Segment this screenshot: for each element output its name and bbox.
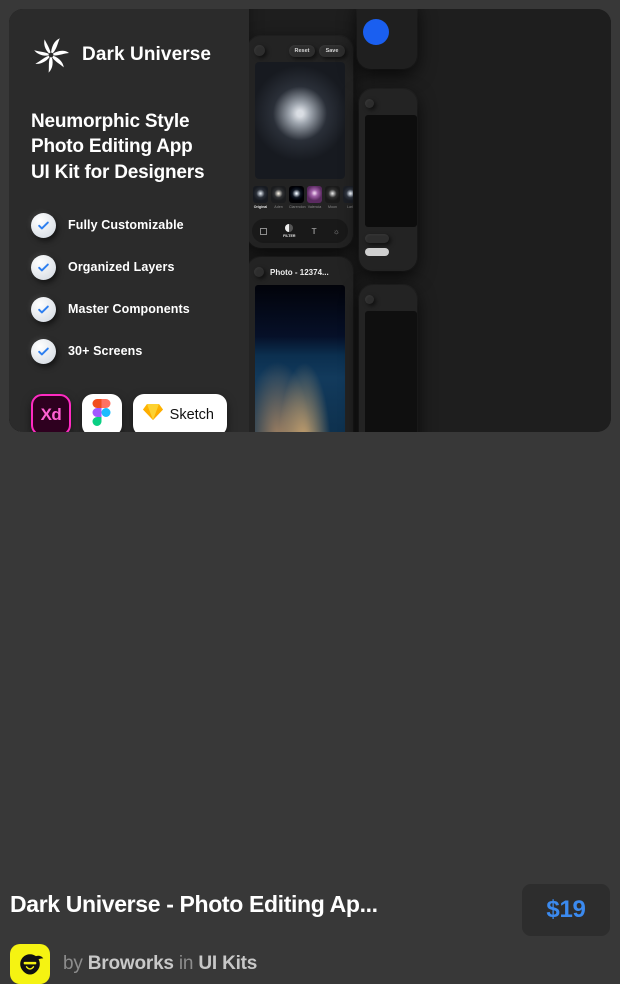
partial-back-button[interactable] [365, 99, 374, 108]
promo-headline: Neumorphic Style Photo Editing App UI Ki… [31, 111, 205, 183]
filter-thumb-label: Valencia [307, 205, 322, 209]
detail-title: Photo - 12374... [270, 268, 329, 277]
detail-screen-body: Photo - 12374... [247, 257, 353, 432]
filter-thumb[interactable]: Original [253, 186, 268, 209]
tool-tab-crop[interactable] [260, 227, 268, 235]
price-value: $19 [546, 896, 586, 923]
filter-icon [285, 224, 294, 232]
phone-partial-mid-right[interactable] [359, 89, 417, 271]
detail-back-button[interactable] [254, 267, 264, 277]
promo-panel: Dark Universe Neumorphic Style Photo Edi… [9, 9, 249, 432]
figma-badge [81, 393, 122, 432]
category-name[interactable]: UI Kits [198, 953, 257, 974]
sketch-badge: Sketch [132, 393, 227, 432]
brand-name: Dark Universe [82, 44, 212, 65]
partial-back-button[interactable] [365, 295, 374, 304]
product-meta: Dark Universe - Photo Editing Ap... $19 … [0, 432, 620, 984]
product-title[interactable]: Dark Universe - Photo Editing Ap... [10, 891, 480, 918]
check-icon [31, 296, 56, 322]
phone-photo-detail-screen[interactable]: Photo - 12374... [247, 257, 353, 432]
adobe-xd-label: Xd [40, 404, 62, 424]
filter-screen-body: Reset Save Original Aden Clarendon Valen… [247, 36, 353, 248]
filter-thumb-image [271, 186, 286, 203]
byline-text: by Broworks in UI Kits [63, 953, 257, 975]
phone-filter-screen[interactable]: Reset Save Original Aden Clarendon Valen… [247, 36, 353, 248]
partial-toggle[interactable] [365, 248, 389, 256]
filter-thumb-label: Aden [274, 205, 283, 209]
filter-thumb-image [307, 186, 322, 203]
filter-reset-label: Reset [294, 48, 310, 54]
detail-photo [255, 285, 345, 432]
sketch-label: Sketch [169, 406, 214, 423]
price-badge[interactable]: $19 [522, 884, 610, 936]
filter-back-button[interactable] [254, 45, 265, 56]
spiral-logo-icon [31, 35, 71, 75]
filter-thumb[interactable]: Clarendon [289, 186, 306, 209]
author-name[interactable]: Broworks [88, 953, 174, 974]
filter-thumb[interactable]: Lark [343, 186, 353, 209]
partial-blue-circle [363, 19, 389, 45]
filter-thumb-label: Moon [328, 205, 337, 209]
filter-thumb-label: Clarendon [289, 205, 306, 209]
avatar[interactable] [10, 944, 50, 984]
adobe-xd-badge: Xd [31, 393, 71, 432]
partial-photo [365, 311, 417, 432]
check-icon [31, 338, 56, 364]
product-preview-card[interactable]: https://www.unsplash.com/hill... Save Ch… [9, 9, 611, 432]
tool-tab-filter-label: FILTER [283, 234, 296, 238]
phone-partial-bottom-right[interactable] [359, 285, 417, 432]
feature-list: Fully Customizable Organized Layers Mast… [31, 212, 227, 364]
feature-item: 30+ Screens [31, 338, 227, 364]
filter-preview-photo [255, 62, 345, 179]
tool-badges: Xd Sketch [31, 393, 227, 432]
filter-thumb[interactable]: Moon [325, 186, 340, 209]
filter-thumbnail-strip[interactable]: Original Aden Clarendon Valencia Moon La… [253, 186, 353, 209]
feature-item: Fully Customizable [31, 212, 227, 238]
sketch-diamond-icon [142, 403, 163, 426]
byline-row: by Broworks in UI Kits [10, 944, 257, 984]
partial-screen-body [359, 285, 417, 432]
tool-tab-adjust[interactable]: ☼ [333, 227, 340, 236]
check-icon [31, 212, 56, 238]
adjust-icon: ☼ [332, 226, 340, 236]
feature-label: 30+ Screens [68, 344, 143, 359]
filter-thumb-label: Original [253, 205, 268, 209]
in-prefix: in [178, 953, 194, 974]
feature-item: Master Components [31, 296, 227, 322]
filter-thumb[interactable]: Aden [271, 186, 286, 209]
feature-item: Organized Layers [31, 254, 227, 280]
feature-label: Master Components [68, 302, 190, 317]
by-prefix: by [63, 953, 83, 974]
filter-thumb-active[interactable]: Valencia [307, 186, 322, 209]
tool-tab-text[interactable]: T [312, 227, 317, 236]
crop-icon [260, 227, 268, 235]
partial-photo [365, 115, 417, 227]
filter-tool-tabs[interactable]: FILTER T ☼ [252, 219, 348, 243]
partial-button[interactable] [365, 234, 389, 243]
text-icon: T [311, 226, 317, 236]
filter-thumb-image [343, 186, 353, 203]
tool-tab-filter[interactable]: FILTER [283, 224, 295, 238]
filter-save-label: Save [325, 48, 339, 54]
brand-row: Dark Universe [31, 35, 227, 75]
feature-label: Organized Layers [68, 260, 175, 275]
filter-save-button[interactable]: Save [319, 45, 345, 57]
filter-thumb-image [325, 186, 340, 203]
feature-label: Fully Customizable [68, 218, 184, 233]
phone-partial-top-right[interactable] [357, 9, 417, 69]
filter-reset-button[interactable]: Reset [289, 45, 315, 57]
partial-screen-body [357, 9, 417, 69]
filter-thumb-label: Lark [347, 205, 353, 209]
figma-icon [92, 398, 111, 431]
partial-screen-body [359, 89, 417, 271]
filter-thumb-image [289, 186, 304, 203]
filter-thumb-image [253, 186, 268, 203]
check-icon [31, 254, 56, 280]
